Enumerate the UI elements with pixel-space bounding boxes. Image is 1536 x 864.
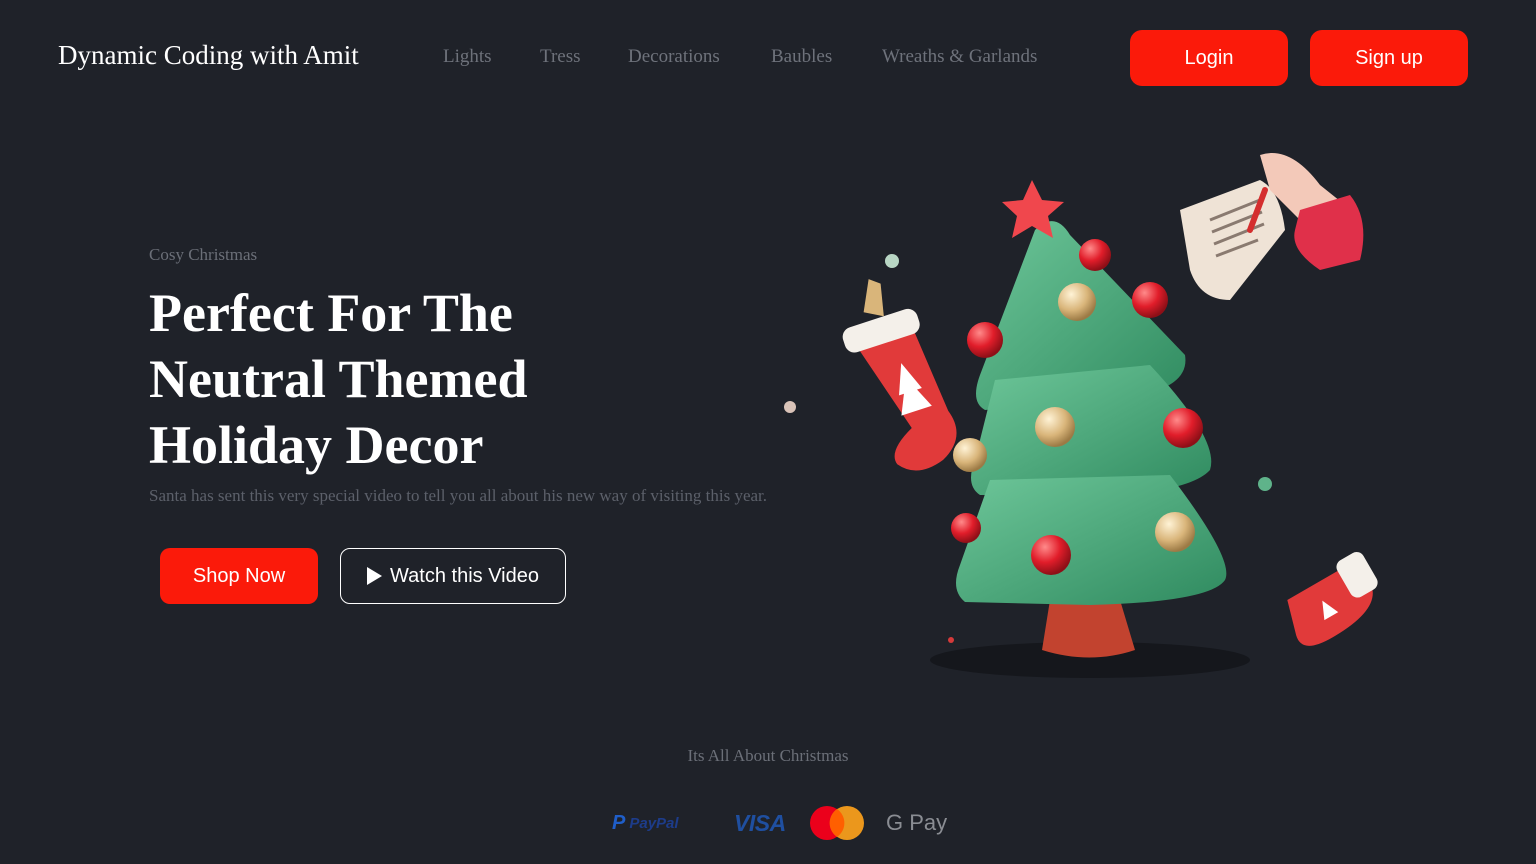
brand-logo[interactable]: Dynamic Coding with Amit [58, 40, 359, 71]
navbar: Dynamic Coding with Amit Lights Tress De… [0, 0, 1536, 118]
christmas-tree-illustration [784, 153, 1378, 678]
paypal-icon: P [612, 811, 626, 834]
watch-video-label: Watch this Video [390, 564, 539, 587]
nav-link-lights[interactable]: Lights [443, 46, 492, 68]
hero-subtext: Santa has sent this very special video t… [149, 486, 768, 505]
nav-link-wreaths-garlands[interactable]: Wreaths & Garlands [882, 46, 1037, 68]
nav-link-decorations[interactable]: Decorations [628, 46, 720, 68]
hero-eyebrow: Cosy Christmas [149, 245, 258, 264]
nav-link-trees[interactable]: Tress [540, 46, 581, 68]
hero-headline: Perfect For The Neutral Themed Holiday D… [149, 283, 528, 475]
mastercard-icon [808, 800, 866, 846]
paypal-logo: P PayPal [612, 800, 679, 846]
login-button[interactable]: Login [1130, 30, 1288, 86]
shop-now-button[interactable]: Shop Now [160, 548, 318, 604]
watch-video-button[interactable]: Watch this Video [340, 548, 566, 604]
signup-button[interactable]: Sign up [1310, 30, 1468, 86]
gpay-logo: G Pay [886, 810, 948, 835]
footer-tagline: Its All About Christmas [687, 746, 849, 765]
nav-link-baubles[interactable]: Baubles [771, 46, 832, 68]
play-icon [367, 567, 383, 585]
visa-logo: VISA [734, 809, 786, 836]
paypal-label: PayPal [629, 814, 679, 832]
payment-methods: P PayPal VISA G Pay [0, 800, 1536, 850]
